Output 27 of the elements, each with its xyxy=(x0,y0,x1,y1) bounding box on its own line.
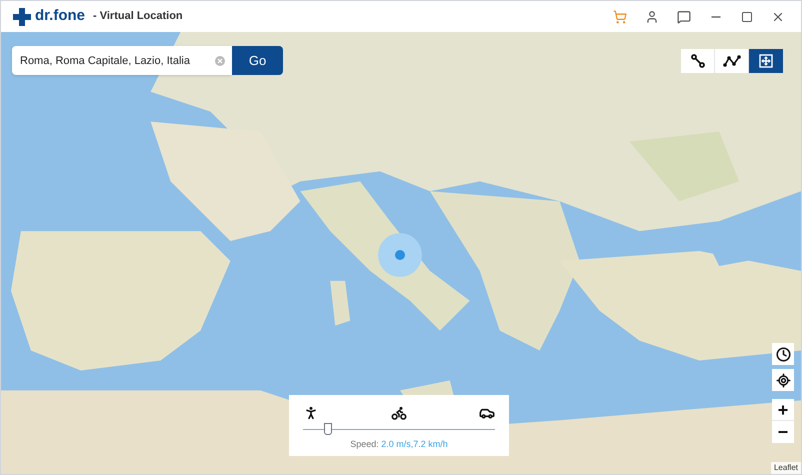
locate-button[interactable] xyxy=(772,369,794,391)
attribution-link[interactable]: Leaflet xyxy=(770,462,801,474)
app-name: dr.fone xyxy=(35,6,86,26)
speed-value: 2.0 m/s,7.2 km/h xyxy=(381,439,448,449)
search-field[interactable]: Roma, Roma Capitale, Lazio, Italia xyxy=(12,46,232,75)
walking-person-icon[interactable] xyxy=(303,405,319,421)
multi-stop-route-icon xyxy=(722,54,740,68)
speed-slider[interactable] xyxy=(303,423,495,435)
locate-icon xyxy=(776,372,790,388)
history-button[interactable] xyxy=(772,343,794,365)
mode-button[interactable] xyxy=(681,49,715,73)
slider-thumb[interactable] xyxy=(324,423,332,435)
go-button[interactable]: Go xyxy=(232,46,283,75)
bicycle-icon[interactable] xyxy=(391,405,407,421)
two-point-route-icon xyxy=(690,54,704,68)
mode-button[interactable] xyxy=(749,49,783,73)
window-title: - Virtual Location xyxy=(93,9,183,24)
account-icon[interactable] xyxy=(645,10,659,24)
zoom-in-button[interactable]: + xyxy=(772,399,794,421)
move-arrows-icon xyxy=(759,54,773,68)
speed-label: Speed: xyxy=(350,439,379,449)
zoom-out-button[interactable]: − xyxy=(772,421,794,443)
maximize-icon[interactable] xyxy=(741,10,753,22)
cross-logo-icon xyxy=(13,8,31,26)
clock-icon xyxy=(776,346,790,362)
mode-button[interactable] xyxy=(715,49,749,73)
feedback-icon[interactable] xyxy=(677,10,691,24)
